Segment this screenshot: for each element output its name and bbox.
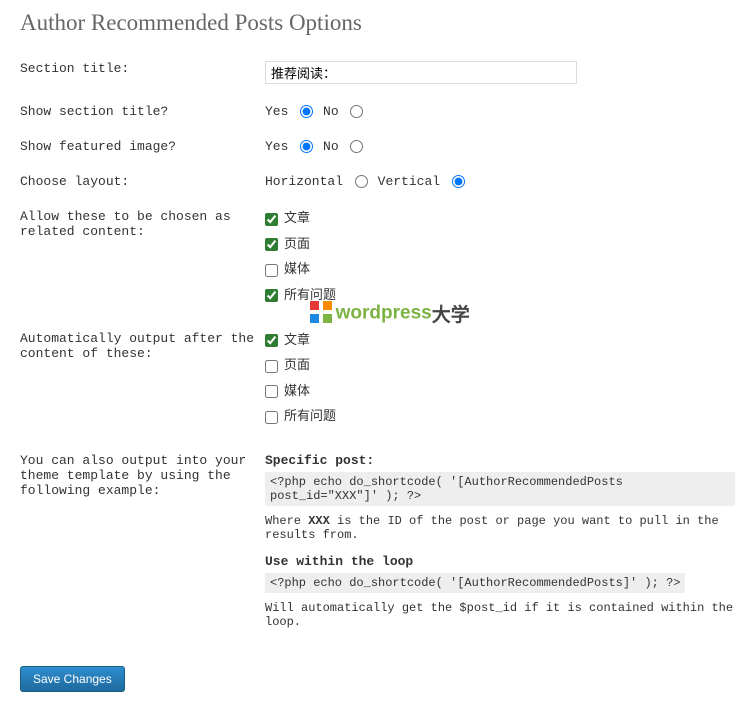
auto-output-posts-checkbox[interactable]: [265, 334, 278, 347]
show-section-title-label: Show section title?: [20, 94, 265, 129]
yes-label: Yes: [265, 139, 288, 154]
specific-post-heading: Specific post:: [265, 453, 735, 468]
loop-code: <?php echo do_shortcode( '[AuthorRecomme…: [265, 573, 685, 593]
checkbox-label: 页面: [284, 358, 310, 373]
section-title-input[interactable]: [265, 61, 577, 84]
options-form: Section title: Show section title? Yes N…: [20, 51, 735, 651]
allow-related-posts-checkbox[interactable]: [265, 213, 278, 226]
checkbox-label: 所有问题: [284, 288, 336, 303]
auto-output-pages-checkbox[interactable]: [265, 360, 278, 373]
specific-post-desc: Where XXX is the ID of the post or page …: [265, 514, 735, 542]
show-featured-image-no-radio[interactable]: [350, 140, 363, 153]
choose-layout-label: Choose layout:: [20, 164, 265, 199]
layout-horizontal-radio[interactable]: [355, 175, 368, 188]
layout-vertical-radio[interactable]: [452, 175, 465, 188]
horizontal-label: Horizontal: [265, 174, 343, 189]
specific-post-code: <?php echo do_shortcode( '[AuthorRecomme…: [265, 472, 735, 506]
show-featured-image-label: Show featured image?: [20, 129, 265, 164]
save-changes-button[interactable]: Save Changes: [20, 666, 125, 692]
checkbox-label: 页面: [284, 237, 310, 252]
checkbox-label: 文章: [284, 211, 310, 226]
yes-label: Yes: [265, 104, 288, 119]
no-label: No: [323, 139, 339, 154]
auto-output-questions-checkbox[interactable]: [265, 411, 278, 424]
allow-related-pages-checkbox[interactable]: [265, 238, 278, 251]
page-title: Author Recommended Posts Options: [20, 10, 735, 36]
no-label: No: [323, 104, 339, 119]
allow-related-media-checkbox[interactable]: [265, 264, 278, 277]
show-section-title-yes-radio[interactable]: [300, 105, 313, 118]
auto-output-label: Automatically output after the content o…: [20, 321, 265, 443]
loop-heading: Use within the loop: [265, 554, 735, 569]
vertical-label: Vertical: [378, 174, 440, 189]
show-section-title-no-radio[interactable]: [350, 105, 363, 118]
checkbox-label: 所有问题: [284, 409, 336, 424]
auto-output-media-checkbox[interactable]: [265, 385, 278, 398]
show-featured-image-yes-radio[interactable]: [300, 140, 313, 153]
checkbox-label: 文章: [284, 333, 310, 348]
checkbox-label: 媒体: [284, 384, 310, 399]
allow-related-label: Allow these to be chosen as related cont…: [20, 199, 265, 321]
checkbox-label: 媒体: [284, 262, 310, 277]
section-title-label: Section title:: [20, 51, 265, 94]
template-output-label: You can also output into your theme temp…: [20, 443, 265, 651]
allow-related-questions-checkbox[interactable]: [265, 289, 278, 302]
